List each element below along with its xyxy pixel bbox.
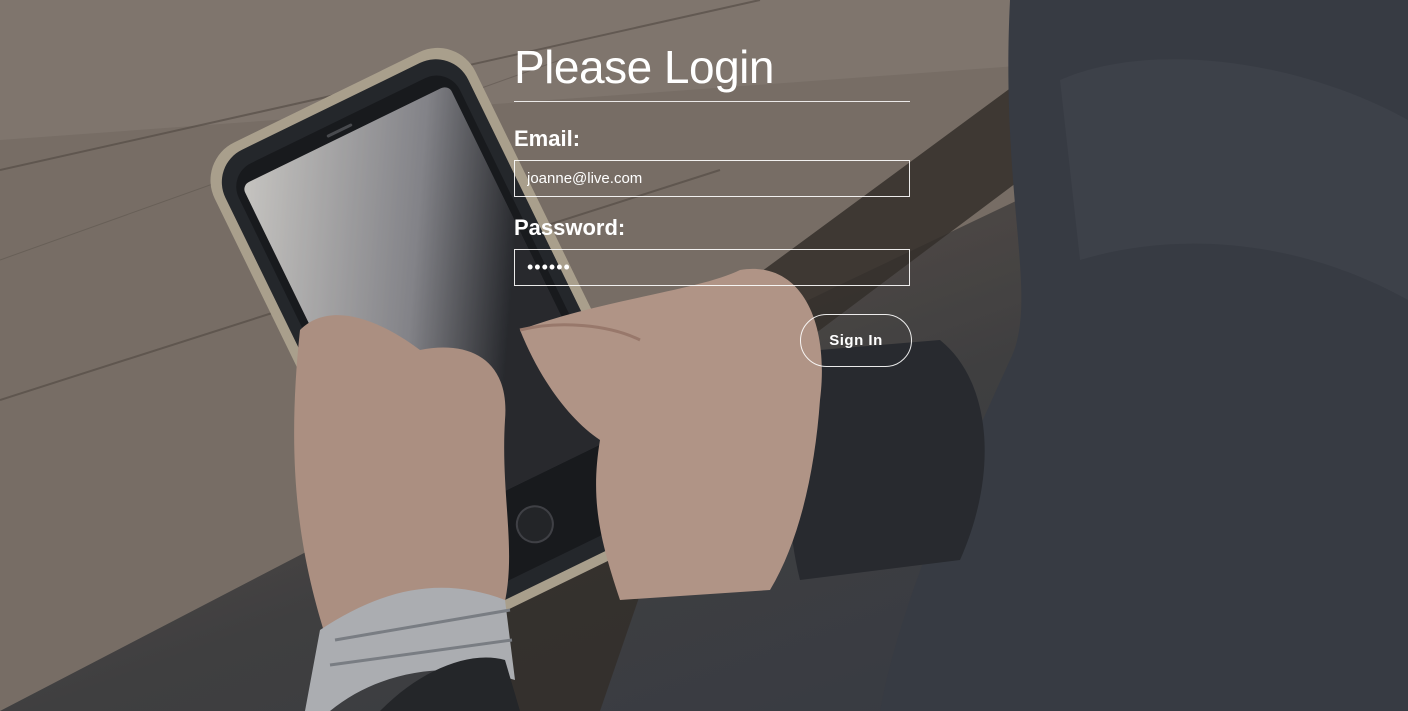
email-label: Email: <box>514 126 581 151</box>
button-row: Sign In <box>514 314 912 374</box>
page-title: Please Login <box>514 41 774 93</box>
login-form: Please Login Email: Password: Sign In <box>514 40 912 374</box>
password-field[interactable] <box>514 249 910 286</box>
sign-in-button[interactable]: Sign In <box>800 314 912 367</box>
title-divider <box>514 101 910 102</box>
email-field[interactable] <box>514 160 910 197</box>
password-label: Password: <box>514 215 626 240</box>
